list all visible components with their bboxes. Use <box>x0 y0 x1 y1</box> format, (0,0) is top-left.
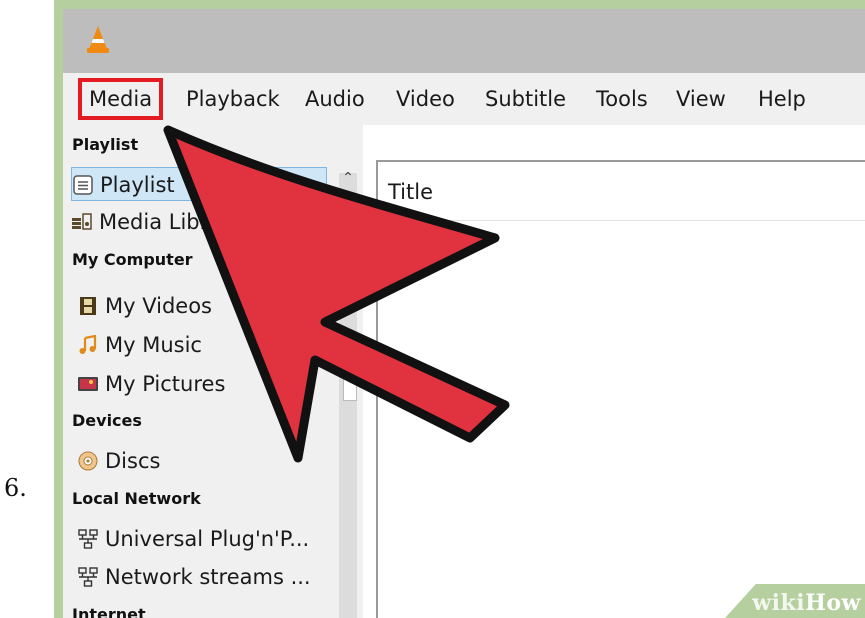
sidebar-item-playlist[interactable]: Playlist <box>71 167 327 201</box>
section-internet-heading: Internet <box>72 605 146 618</box>
sidebar-item-my-videos[interactable]: My Videos <box>77 289 212 323</box>
menu-playback[interactable]: Playback <box>186 82 280 116</box>
menu-tools[interactable]: Tools <box>596 82 648 116</box>
column-header-title[interactable]: Title <box>388 180 433 204</box>
sidebar-item-label: Discs <box>105 449 161 473</box>
menu-video[interactable]: Video <box>396 82 455 116</box>
playlist-panel: Title <box>376 160 865 618</box>
section-playlist-heading: Playlist <box>72 135 139 154</box>
playlist-icon <box>73 175 93 195</box>
menu-help[interactable]: Help <box>758 82 806 116</box>
menu-bar: Media Playback Audio Video Subtitle Tool… <box>63 73 865 125</box>
network-icon <box>78 529 98 549</box>
section-devices-heading: Devices <box>72 411 142 430</box>
section-my-computer-heading: My Computer <box>72 250 193 269</box>
sidebar-item-label: Playlist <box>100 173 175 197</box>
scroll-up-chevron-icon[interactable]: ⌃ <box>339 169 357 187</box>
sidebar-item-label: My Pictures <box>105 372 226 396</box>
picture-icon <box>78 377 98 391</box>
network-icon <box>78 567 98 587</box>
vlc-cone-icon <box>87 26 109 53</box>
film-icon <box>80 297 96 315</box>
scrollbar-thumb[interactable] <box>343 377 357 401</box>
menu-audio[interactable]: Audio <box>305 82 365 116</box>
header-divider <box>378 220 865 221</box>
music-note-icon <box>79 335 97 354</box>
screenshot-frame: Media Playback Audio Video Subtitle Tool… <box>54 0 865 618</box>
sidebar-item-my-pictures[interactable]: My Pictures <box>77 367 225 401</box>
title-bar <box>63 9 865 73</box>
sidebar-item-label: My Music <box>105 333 202 357</box>
menu-media[interactable]: Media <box>77 78 164 120</box>
menu-view[interactable]: View <box>676 82 726 116</box>
sidebar-item-label: Media Library <box>99 210 243 234</box>
sidebar-item-network-streams[interactable]: Network streams ... <box>77 560 311 594</box>
section-local-network-heading: Local Network <box>72 489 201 508</box>
sidebar-item-my-music[interactable]: My Music <box>77 328 202 362</box>
sidebar-item-upnp[interactable]: Universal Plug'n'P... <box>77 522 309 556</box>
sidebar: Playlist Playlist Media Library My Compu… <box>63 125 363 618</box>
sidebar-item-label: My Videos <box>105 294 212 318</box>
sidebar-item-label: Universal Plug'n'P... <box>105 527 310 551</box>
sidebar-item-media-library[interactable]: Media Library <box>71 205 242 239</box>
wikihow-watermark: wikiHow <box>752 590 861 616</box>
vlc-window: Media Playback Audio Video Subtitle Tool… <box>63 9 865 618</box>
sidebar-item-discs[interactable]: Discs <box>77 444 160 478</box>
step-number: 6. <box>4 474 27 502</box>
sidebar-item-label: Network streams ... <box>105 565 311 589</box>
media-library-icon <box>72 213 92 230</box>
disc-icon <box>78 451 98 471</box>
menu-subtitle[interactable]: Subtitle <box>485 82 566 116</box>
